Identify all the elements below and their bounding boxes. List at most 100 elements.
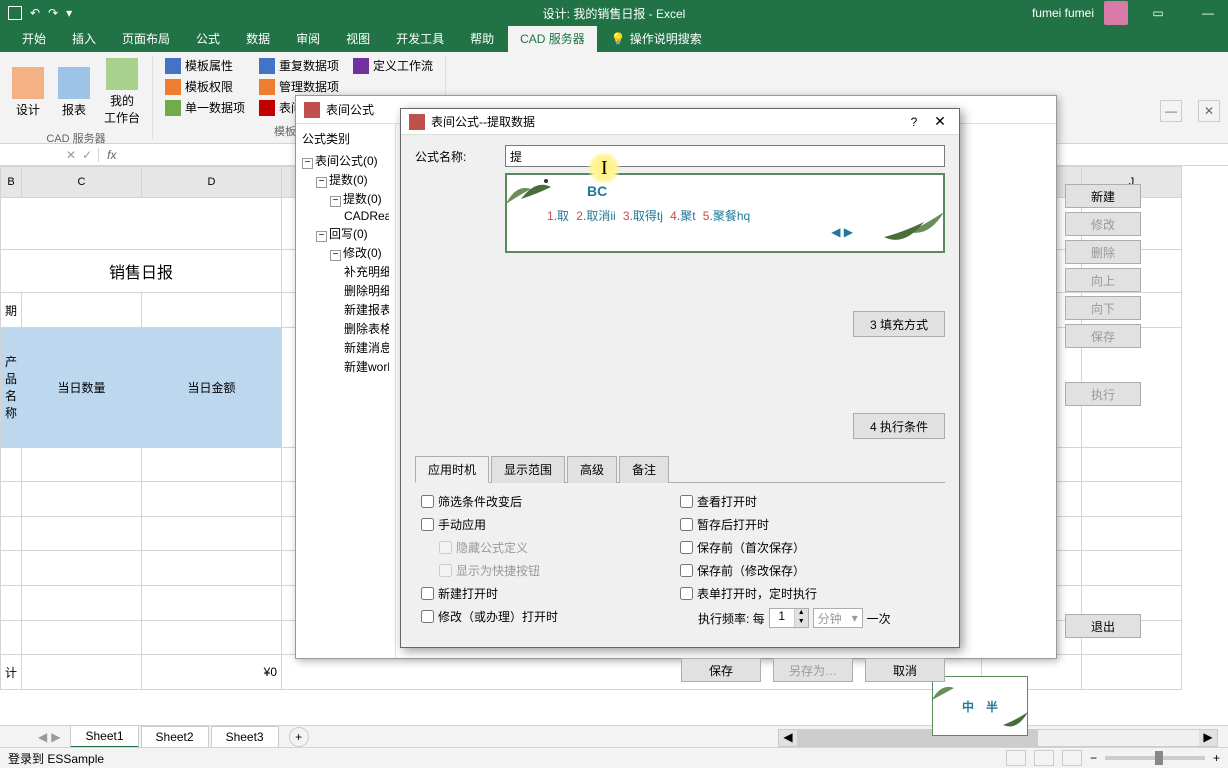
- tree-toggle-icon[interactable]: −: [316, 231, 327, 242]
- dialog1-close-icon[interactable]: ✕: [1198, 100, 1220, 122]
- dialog1-minimize-icon[interactable]: —: [1160, 100, 1182, 122]
- freq-unit-combo[interactable]: 分钟▾: [813, 608, 863, 628]
- tell-me[interactable]: 💡 操作说明搜索: [599, 25, 714, 52]
- close-icon[interactable]: ✕: [929, 111, 951, 133]
- minimize-icon[interactable]: —: [1188, 0, 1228, 26]
- repeat-data-button[interactable]: 重复数据项: [255, 56, 343, 75]
- define-workflow-button[interactable]: 定义工作流: [349, 56, 437, 75]
- tab-formulas[interactable]: 公式: [184, 25, 232, 52]
- design-button[interactable]: 设计: [8, 56, 48, 128]
- move-down-button[interactable]: 向下: [1065, 296, 1141, 320]
- move-up-button[interactable]: 向上: [1065, 268, 1141, 292]
- chk-form-open-timer[interactable]: [680, 587, 693, 600]
- zoom-slider[interactable]: [1105, 756, 1205, 760]
- chk-manual-apply[interactable]: [421, 518, 434, 531]
- chk-filter-changed[interactable]: [421, 495, 434, 508]
- sheet-nav-prev-icon[interactable]: ◀: [38, 730, 47, 744]
- tab-view[interactable]: 视图: [334, 25, 382, 52]
- tab-cad-server[interactable]: CAD 服务器: [508, 25, 597, 52]
- qat-more-icon[interactable]: ▾: [66, 6, 72, 20]
- manage-data-button[interactable]: 管理数据项: [255, 77, 343, 96]
- col-header[interactable]: C: [22, 167, 142, 198]
- tab-page-layout[interactable]: 页面布局: [110, 25, 182, 52]
- sheet-tab-1[interactable]: Sheet1: [70, 725, 138, 748]
- view-page-break-icon[interactable]: [1062, 750, 1082, 766]
- tab-remark[interactable]: 备注: [619, 456, 669, 483]
- tab-help[interactable]: 帮助: [458, 25, 506, 52]
- chk-modify-open[interactable]: [421, 610, 434, 623]
- chk-view-open[interactable]: [680, 495, 693, 508]
- add-sheet-icon[interactable]: +: [289, 727, 309, 747]
- tab-apply-timing[interactable]: 应用时机: [415, 456, 489, 483]
- options-tabs: 应用时机 显示范围 高级 备注: [415, 455, 945, 483]
- formula-accept-icon[interactable]: ✓: [82, 148, 92, 162]
- spinner-up-icon[interactable]: ▲: [794, 609, 808, 618]
- exec-condition-button[interactable]: 4 执行条件: [853, 413, 945, 439]
- scroll-left-icon[interactable]: ◀: [779, 730, 797, 746]
- tab-home[interactable]: 开始: [10, 25, 58, 52]
- formula-tree[interactable]: −表间公式(0) −提数(0) −提数(0) CADRead −回写(0) −修…: [302, 151, 389, 376]
- spinner-down-icon[interactable]: ▼: [794, 618, 808, 627]
- leaf-decor-icon: [981, 709, 1031, 739]
- sheet-nav-next-icon[interactable]: ▶: [51, 730, 60, 744]
- tree-toggle-icon[interactable]: −: [330, 196, 341, 207]
- chk-after-draft[interactable]: [680, 518, 693, 531]
- avatar[interactable]: [1104, 1, 1128, 25]
- autosave-icon[interactable]: [8, 6, 22, 20]
- workbench-button[interactable]: 我的 工作台: [100, 56, 144, 128]
- tab-advanced[interactable]: 高级: [567, 456, 617, 483]
- tree-toggle-icon[interactable]: −: [316, 177, 327, 188]
- template-attr-button[interactable]: 模板属性: [161, 56, 249, 75]
- save-as-button: 另存为…: [773, 658, 853, 682]
- tab-developer[interactable]: 开发工具: [384, 25, 456, 52]
- undo-icon[interactable]: ↶: [30, 6, 40, 20]
- help-icon[interactable]: ?: [903, 111, 925, 133]
- chk-before-modify-save[interactable]: [680, 564, 693, 577]
- save-button[interactable]: 保存: [1065, 324, 1141, 348]
- dialog2-title: 表间公式--提取数据: [431, 113, 535, 130]
- chk-new-open[interactable]: [421, 587, 434, 600]
- tab-display-range[interactable]: 显示范围: [491, 456, 565, 483]
- text-cursor-icon: I: [601, 157, 608, 180]
- view-normal-icon[interactable]: [1006, 750, 1026, 766]
- single-data-button[interactable]: 单一数据项: [161, 98, 249, 117]
- tab-data[interactable]: 数据: [234, 25, 282, 52]
- ime-candidates[interactable]: 1.取 2.取消ii 3.取得tj 4.聚t 5.聚餐hq ◀ ▶: [527, 207, 923, 224]
- tree-toggle-icon[interactable]: −: [330, 250, 341, 261]
- formula-cancel-icon[interactable]: ✕: [66, 148, 76, 162]
- template-perm-button[interactable]: 模板权限: [161, 77, 249, 96]
- ime-candidate-box[interactable]: BC 1.取 2.取消ii 3.取得tj 4.聚t 5.聚餐hq ◀ ▶: [505, 173, 945, 253]
- freq-spinner[interactable]: 1 ▲▼: [769, 608, 809, 628]
- chevron-down-icon: ▾: [852, 611, 858, 625]
- sheet-tab-2[interactable]: Sheet2: [141, 726, 209, 748]
- chk-before-first-save[interactable]: [680, 541, 693, 554]
- exit-button[interactable]: 退出: [1065, 614, 1141, 638]
- execute-button[interactable]: 执行: [1065, 382, 1141, 406]
- redo-icon[interactable]: ↷: [48, 6, 58, 20]
- delete-button[interactable]: 删除: [1065, 240, 1141, 264]
- report-button[interactable]: 报表: [54, 56, 94, 128]
- scroll-right-icon[interactable]: ▶: [1199, 730, 1217, 746]
- tree-toggle-icon[interactable]: −: [302, 158, 313, 169]
- sheet-tab-3[interactable]: Sheet3: [211, 726, 279, 748]
- new-button[interactable]: 新建: [1065, 184, 1141, 208]
- view-page-layout-icon[interactable]: [1034, 750, 1054, 766]
- zoom-out-icon[interactable]: −: [1090, 751, 1097, 765]
- dialog1-icon: [304, 102, 320, 118]
- ime-page-icons[interactable]: ◀ ▶: [831, 225, 853, 239]
- modify-button[interactable]: 修改: [1065, 212, 1141, 236]
- user-name[interactable]: fumei fumei: [1032, 6, 1094, 20]
- tab-review[interactable]: 审阅: [284, 25, 332, 52]
- col-header[interactable]: D: [142, 167, 282, 198]
- save-button[interactable]: 保存: [681, 658, 761, 682]
- chk-hide-formula: [439, 541, 452, 554]
- tab-insert[interactable]: 插入: [60, 25, 108, 52]
- status-text: 登录到 ESSample: [8, 750, 104, 767]
- cancel-button[interactable]: 取消: [865, 658, 945, 682]
- fx-icon[interactable]: fx: [99, 148, 124, 162]
- ribbon-options-icon[interactable]: ▭: [1138, 0, 1178, 26]
- zoom-in-icon[interactable]: +: [1213, 751, 1220, 765]
- col-header[interactable]: B: [1, 167, 22, 198]
- fill-method-button[interactable]: 3 填充方式: [853, 311, 945, 337]
- formula-name-input[interactable]: [505, 145, 945, 167]
